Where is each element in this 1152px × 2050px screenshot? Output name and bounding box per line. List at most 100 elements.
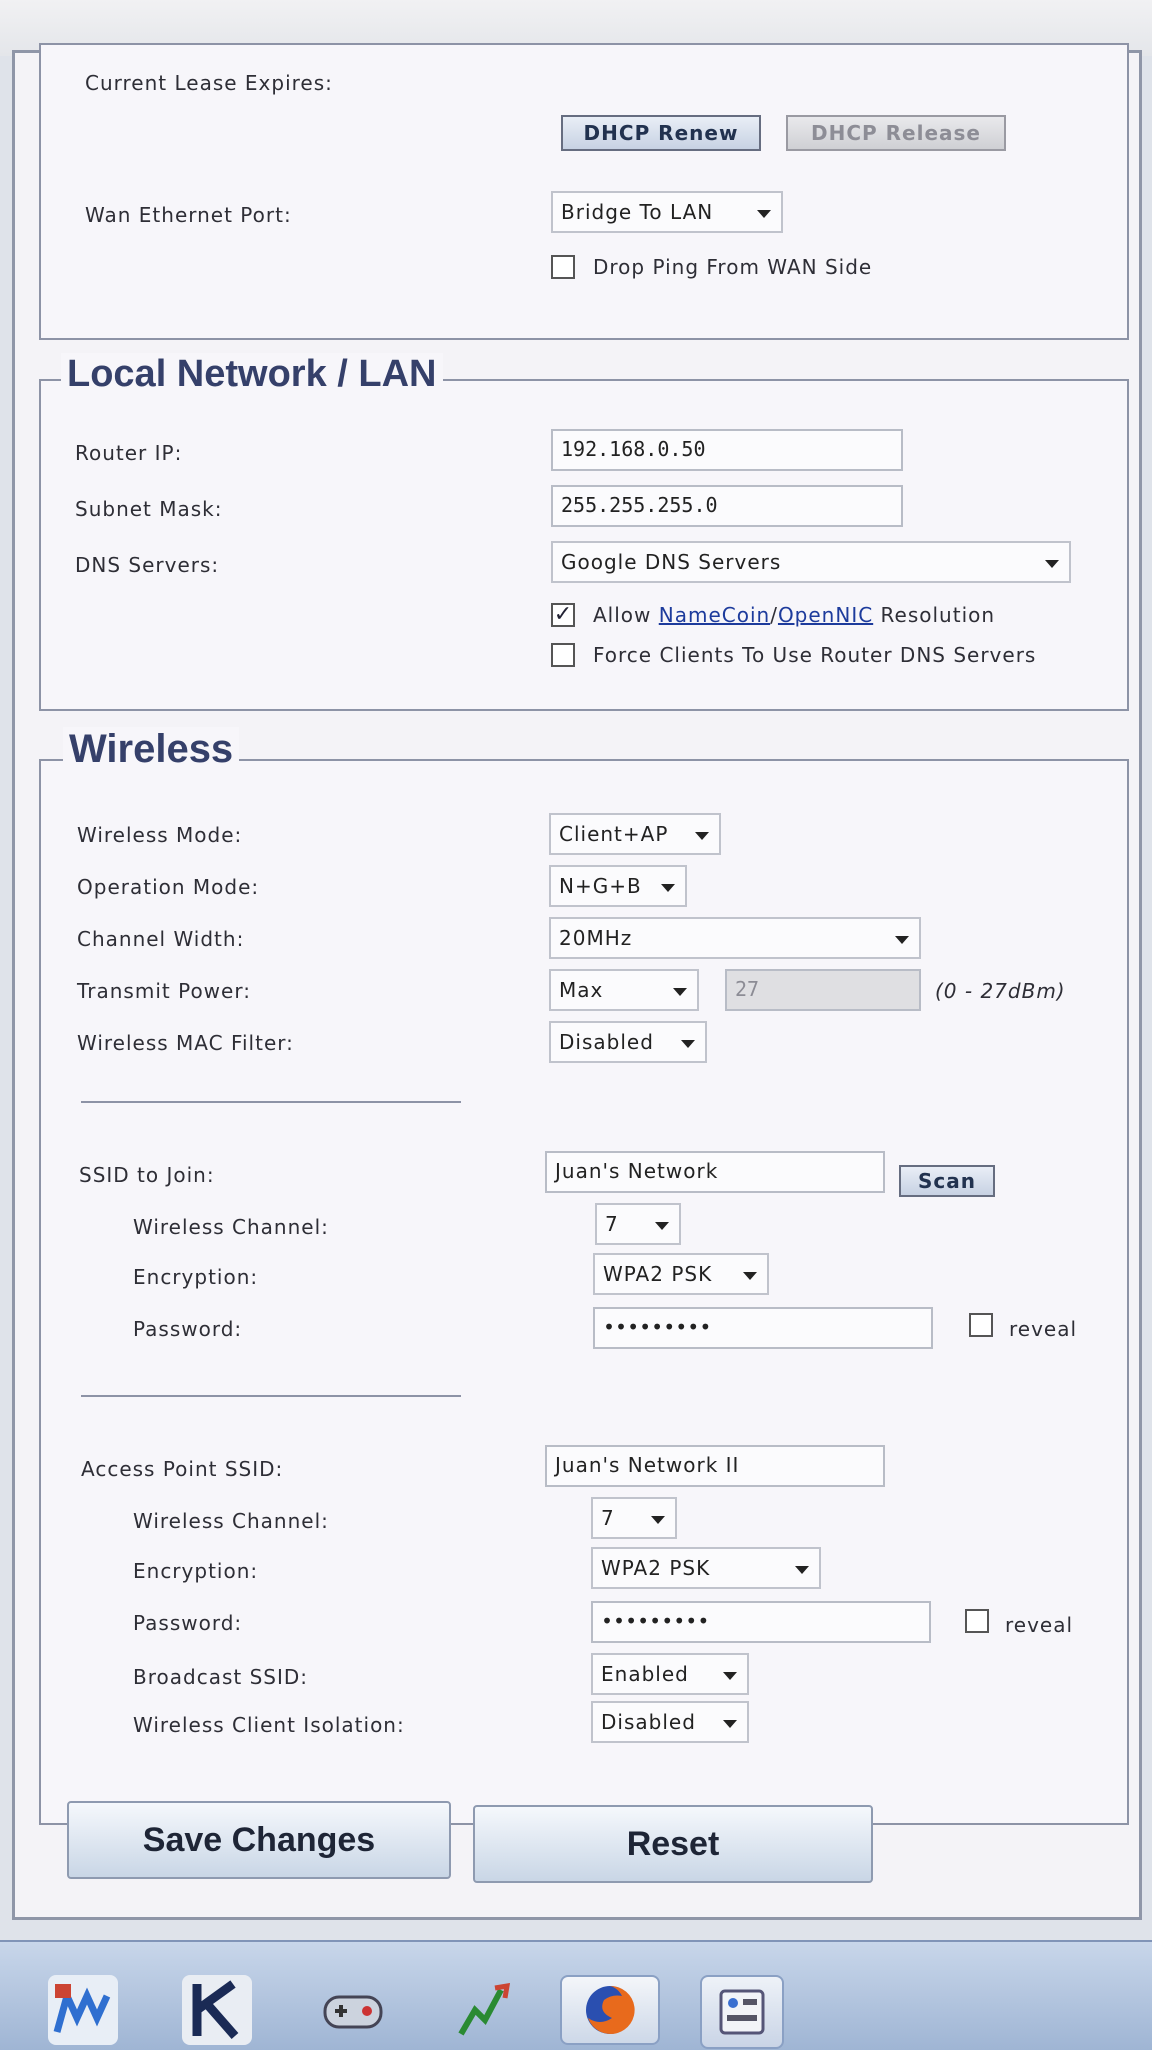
subnet-mask-input[interactable]: 255.255.255.0 — [551, 485, 903, 527]
client-reveal-checkbox[interactable] — [969, 1313, 993, 1337]
ap-encryption-label: Encryption: — [133, 1559, 259, 1583]
dhcp-renew-button[interactable]: DHCP Renew — [561, 115, 761, 151]
dns-servers-select[interactable]: Google DNS Servers — [551, 541, 1071, 583]
mac-filter-label: Wireless MAC Filter: — [77, 1031, 294, 1055]
drop-ping-checkbox[interactable] — [551, 255, 575, 279]
mac-filter-select[interactable]: Disabled — [549, 1021, 707, 1063]
firefox-icon[interactable] — [560, 1975, 660, 2045]
channel-width-label: Channel Width: — [77, 927, 245, 951]
scan-button[interactable]: Scan — [899, 1165, 995, 1197]
chevron-down-icon — [661, 884, 675, 892]
subnet-mask-label: Subnet Mask: — [75, 497, 223, 521]
operation-mode-label: Operation Mode: — [77, 875, 260, 899]
save-changes-button[interactable]: Save Changes — [67, 1801, 451, 1879]
opennic-link[interactable]: OpenNIC — [778, 603, 873, 627]
chevron-down-icon — [655, 1222, 669, 1230]
operation-mode-select[interactable]: N+G+B — [549, 865, 687, 907]
ap-encryption-value: WPA2 PSK — [601, 1556, 711, 1580]
chevron-down-icon — [743, 1272, 757, 1280]
ap-ssid-input[interactable]: Juan's Network II — [545, 1445, 885, 1487]
operation-mode-value: N+G+B — [559, 874, 642, 898]
allow-namecoin-checkbox[interactable]: ✓ — [551, 603, 575, 627]
ap-encryption-select[interactable]: WPA2 PSK — [591, 1547, 821, 1589]
transmit-power-input[interactable]: 27 — [725, 969, 921, 1011]
chart-icon[interactable] — [450, 1975, 520, 2045]
client-isolation-value: Disabled — [601, 1710, 696, 1734]
chevron-down-icon — [723, 1720, 737, 1728]
mac-filter-value: Disabled — [559, 1030, 654, 1054]
wan-fieldset: Current Lease Expires: DHCP Renew DHCP R… — [39, 43, 1129, 340]
control-panel-icon[interactable] — [700, 1975, 784, 2049]
client-channel-select[interactable]: 7 — [595, 1203, 681, 1245]
chevron-down-icon — [681, 1040, 695, 1048]
client-isolation-select[interactable]: Disabled — [591, 1701, 749, 1743]
ssid-to-join-input[interactable]: Juan's Network — [545, 1151, 885, 1193]
broadcast-ssid-value: Enabled — [601, 1662, 689, 1686]
transmit-power-label: Transmit Power: — [77, 979, 251, 1003]
wireless-mode-value: Client+AP — [559, 822, 669, 846]
chevron-down-icon — [695, 832, 709, 840]
chevron-down-icon — [795, 1566, 809, 1574]
ap-channel-value: 7 — [601, 1506, 615, 1530]
app-k-icon[interactable] — [182, 1975, 252, 2045]
router-ip-input[interactable]: 192.168.0.50 — [551, 429, 903, 471]
app-wm-icon[interactable] — [48, 1975, 118, 2045]
wireless-mode-label: Wireless Mode: — [77, 823, 243, 847]
gamepad-icon[interactable] — [318, 1975, 388, 2045]
dns-servers-value: Google DNS Servers — [561, 550, 782, 574]
chevron-down-icon — [1045, 560, 1059, 568]
ap-ssid-label: Access Point SSID: — [81, 1457, 284, 1481]
force-clients-checkbox[interactable] — [551, 643, 575, 667]
chevron-down-icon — [723, 1672, 737, 1680]
transmit-power-value: Max — [559, 978, 604, 1002]
lan-legend: Local Network / LAN — [61, 353, 443, 396]
broadcast-ssid-label: Broadcast SSID: — [133, 1665, 308, 1689]
channel-width-select[interactable]: 20MHz — [549, 917, 921, 959]
allow-prefix: Allow — [593, 603, 659, 627]
client-channel-label: Wireless Channel: — [133, 1215, 329, 1239]
client-encryption-label: Encryption: — [133, 1265, 259, 1289]
slash-text: / — [770, 603, 778, 627]
wireless-legend: Wireless — [63, 727, 240, 772]
client-isolation-label: Wireless Client Isolation: — [133, 1713, 405, 1737]
chevron-down-icon — [673, 988, 687, 996]
wireless-fieldset: Wireless Wireless Mode: Client+AP Operat… — [39, 727, 1129, 1825]
transmit-power-select[interactable]: Max — [549, 969, 699, 1011]
lan-fieldset: Local Network / LAN Router IP: 192.168.0… — [39, 353, 1129, 711]
wireless-mode-select[interactable]: Client+AP — [549, 813, 721, 855]
wan-port-label: Wan Ethernet Port: — [85, 203, 292, 227]
client-channel-value: 7 — [605, 1212, 619, 1236]
force-clients-label: Force Clients To Use Router DNS Servers — [593, 643, 1037, 667]
ssid-to-join-label: SSID to Join: — [79, 1163, 215, 1187]
ap-password-label: Password: — [133, 1611, 243, 1635]
broadcast-ssid-select[interactable]: Enabled — [591, 1653, 749, 1695]
namecoin-link[interactable]: NameCoin — [659, 603, 770, 627]
client-password-input[interactable]: ••••••••• — [593, 1307, 933, 1349]
ap-channel-select[interactable]: 7 — [591, 1497, 677, 1539]
allow-namecoin-label: Allow NameCoin/OpenNIC Resolution — [593, 603, 995, 627]
router-ip-label: Router IP: — [75, 441, 183, 465]
wan-port-select[interactable]: Bridge To LAN — [551, 191, 783, 233]
dns-servers-label: DNS Servers: — [75, 553, 220, 577]
client-password-label: Password: — [133, 1317, 243, 1341]
channel-width-value: 20MHz — [559, 926, 633, 950]
divider — [81, 1395, 461, 1397]
client-reveal-label: reveal — [1009, 1317, 1078, 1341]
transmit-power-range: (0 - 27dBm) — [935, 979, 1066, 1003]
wan-port-value: Bridge To LAN — [561, 200, 714, 224]
reset-button[interactable]: Reset — [473, 1805, 873, 1883]
allow-suffix: Resolution — [873, 603, 996, 627]
settings-frame: Current Lease Expires: DHCP Renew DHCP R… — [12, 43, 1142, 1920]
ap-reveal-checkbox[interactable] — [965, 1609, 989, 1633]
dhcp-release-button[interactable]: DHCP Release — [786, 115, 1006, 151]
chevron-down-icon — [895, 936, 909, 944]
ap-password-input[interactable]: ••••••••• — [591, 1601, 931, 1643]
chevron-down-icon — [651, 1516, 665, 1524]
client-encryption-select[interactable]: WPA2 PSK — [593, 1253, 769, 1295]
lease-label: Current Lease Expires: — [85, 71, 333, 95]
client-encryption-value: WPA2 PSK — [603, 1262, 713, 1286]
ap-channel-label: Wireless Channel: — [133, 1509, 329, 1533]
divider — [81, 1101, 461, 1103]
chevron-down-icon — [757, 210, 771, 218]
ap-reveal-label: reveal — [1005, 1613, 1074, 1637]
